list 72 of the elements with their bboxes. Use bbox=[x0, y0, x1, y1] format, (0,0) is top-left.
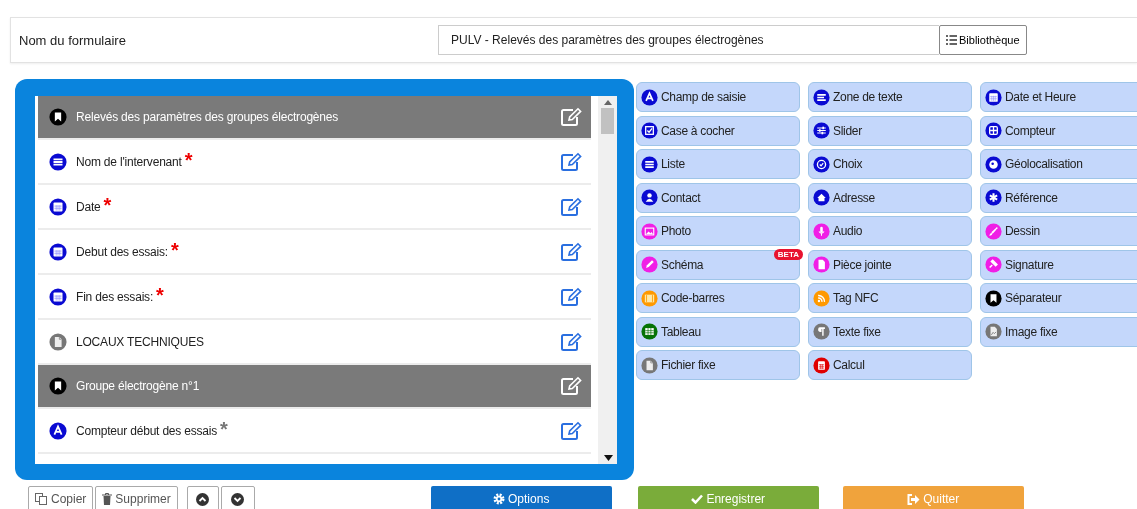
field-label: Fin des essais:* bbox=[76, 289, 165, 304]
field-type-button[interactable]: Image fixe bbox=[980, 316, 1137, 347]
check-icon bbox=[691, 494, 704, 504]
list-icon bbox=[49, 152, 67, 171]
edit-icon[interactable] bbox=[560, 286, 583, 307]
field-type-button[interactable]: Calcul bbox=[808, 350, 972, 380]
edit-icon[interactable] bbox=[560, 376, 583, 396]
calendar-icon bbox=[49, 242, 67, 261]
copy-icon bbox=[35, 493, 48, 505]
field-type-button[interactable]: Géolocalisation bbox=[980, 149, 1137, 179]
field-type-button[interactable]: Photo bbox=[636, 216, 800, 246]
field-label: Groupe électrogène n°1 bbox=[76, 379, 201, 393]
field-label: Relevés des paramètres des groupes électrogènes bbox=[76, 110, 340, 124]
scroll-thumb[interactable] bbox=[601, 108, 614, 134]
field-label: LOCAUX TECHNIQUES bbox=[76, 334, 205, 349]
field-type-button[interactable]: Pièce jointe bbox=[808, 249, 972, 280]
delete-button[interactable]: Supprimer bbox=[95, 486, 178, 509]
form-name-field[interactable]: PULV - Relevés des paramètres des groupes électrogènes bbox=[438, 25, 939, 55]
options-button[interactable]: Options bbox=[430, 486, 612, 509]
sign-out-icon bbox=[907, 493, 921, 505]
field-label: Date* bbox=[76, 199, 113, 214]
field-type-button[interactable]: Champ de saisie bbox=[636, 82, 800, 112]
section-row[interactable]: Groupe électrogène n°1 bbox=[38, 365, 591, 407]
calendar-icon bbox=[49, 287, 67, 306]
field-type-button[interactable]: Compteur bbox=[980, 115, 1137, 146]
copy-button[interactable]: Copier bbox=[28, 486, 94, 509]
field-type-button[interactable]: Choix bbox=[808, 149, 972, 179]
move-up-button[interactable] bbox=[186, 486, 219, 509]
chevron-up-icon bbox=[196, 492, 210, 506]
scroll-down-arrow-icon[interactable] bbox=[604, 455, 613, 461]
field-type-button[interactable]: Tableau bbox=[636, 316, 800, 347]
field-type-button[interactable]: Tag NFC bbox=[808, 283, 972, 313]
edit-icon[interactable] bbox=[560, 420, 583, 441]
chevron-down-icon bbox=[231, 492, 245, 506]
gear-icon bbox=[493, 493, 506, 505]
field-type-button[interactable]: Signature bbox=[980, 249, 1137, 280]
field-type-button[interactable]: Code-barres bbox=[636, 283, 800, 313]
document-icon bbox=[49, 332, 67, 351]
field-label: Nom de l'intervenant* bbox=[76, 154, 194, 169]
beta-badge: BETA bbox=[773, 248, 803, 260]
field-type-button[interactable]: Fichier fixe bbox=[636, 350, 800, 380]
field-type-button[interactable]: Case à cocher bbox=[636, 115, 800, 146]
field-type-button[interactable]: Référence bbox=[980, 182, 1137, 213]
field-type-button[interactable]: Dessin bbox=[980, 216, 1137, 246]
edit-icon[interactable] bbox=[560, 241, 583, 262]
field-type-button[interactable]: Slider bbox=[808, 115, 972, 146]
field-label: Nom du formulaire bbox=[19, 32, 127, 48]
bookmark-icon bbox=[49, 108, 67, 126]
field-type-button[interactable]: Séparateur bbox=[980, 283, 1137, 313]
edit-icon[interactable] bbox=[560, 107, 583, 127]
field-label: Debut des essais:* bbox=[76, 244, 180, 259]
move-down-button[interactable] bbox=[220, 486, 255, 509]
trash-icon bbox=[102, 493, 113, 505]
field-type-button[interactable]: Liste bbox=[636, 149, 800, 179]
scroll-up-arrow-icon[interactable] bbox=[603, 100, 612, 105]
field-type-button[interactable]: Contact bbox=[636, 182, 800, 213]
edit-icon[interactable] bbox=[560, 151, 583, 172]
section-row[interactable]: Relevés des paramètres des groupes électrogènes bbox=[38, 96, 591, 138]
field-type-button[interactable]: Texte fixe bbox=[808, 316, 972, 347]
list-icon bbox=[946, 35, 957, 45]
field-type-button[interactable]: Audio bbox=[808, 216, 972, 246]
edit-icon[interactable] bbox=[560, 196, 583, 217]
field-label: Compteur début des essais* bbox=[76, 423, 229, 438]
library-button[interactable]: Bibliothèque bbox=[939, 25, 1027, 55]
bookmark-icon bbox=[49, 377, 67, 395]
field-type-button[interactable]: Date et Heure bbox=[980, 82, 1137, 112]
field-type-button[interactable]: Schéma BETA bbox=[636, 249, 800, 280]
field-type-button[interactable]: Adresse bbox=[808, 182, 972, 213]
field-type-button[interactable]: Zone de texte bbox=[808, 82, 972, 112]
calendar-icon bbox=[49, 197, 67, 216]
edit-icon[interactable] bbox=[560, 331, 583, 352]
letter-icon bbox=[49, 421, 67, 440]
